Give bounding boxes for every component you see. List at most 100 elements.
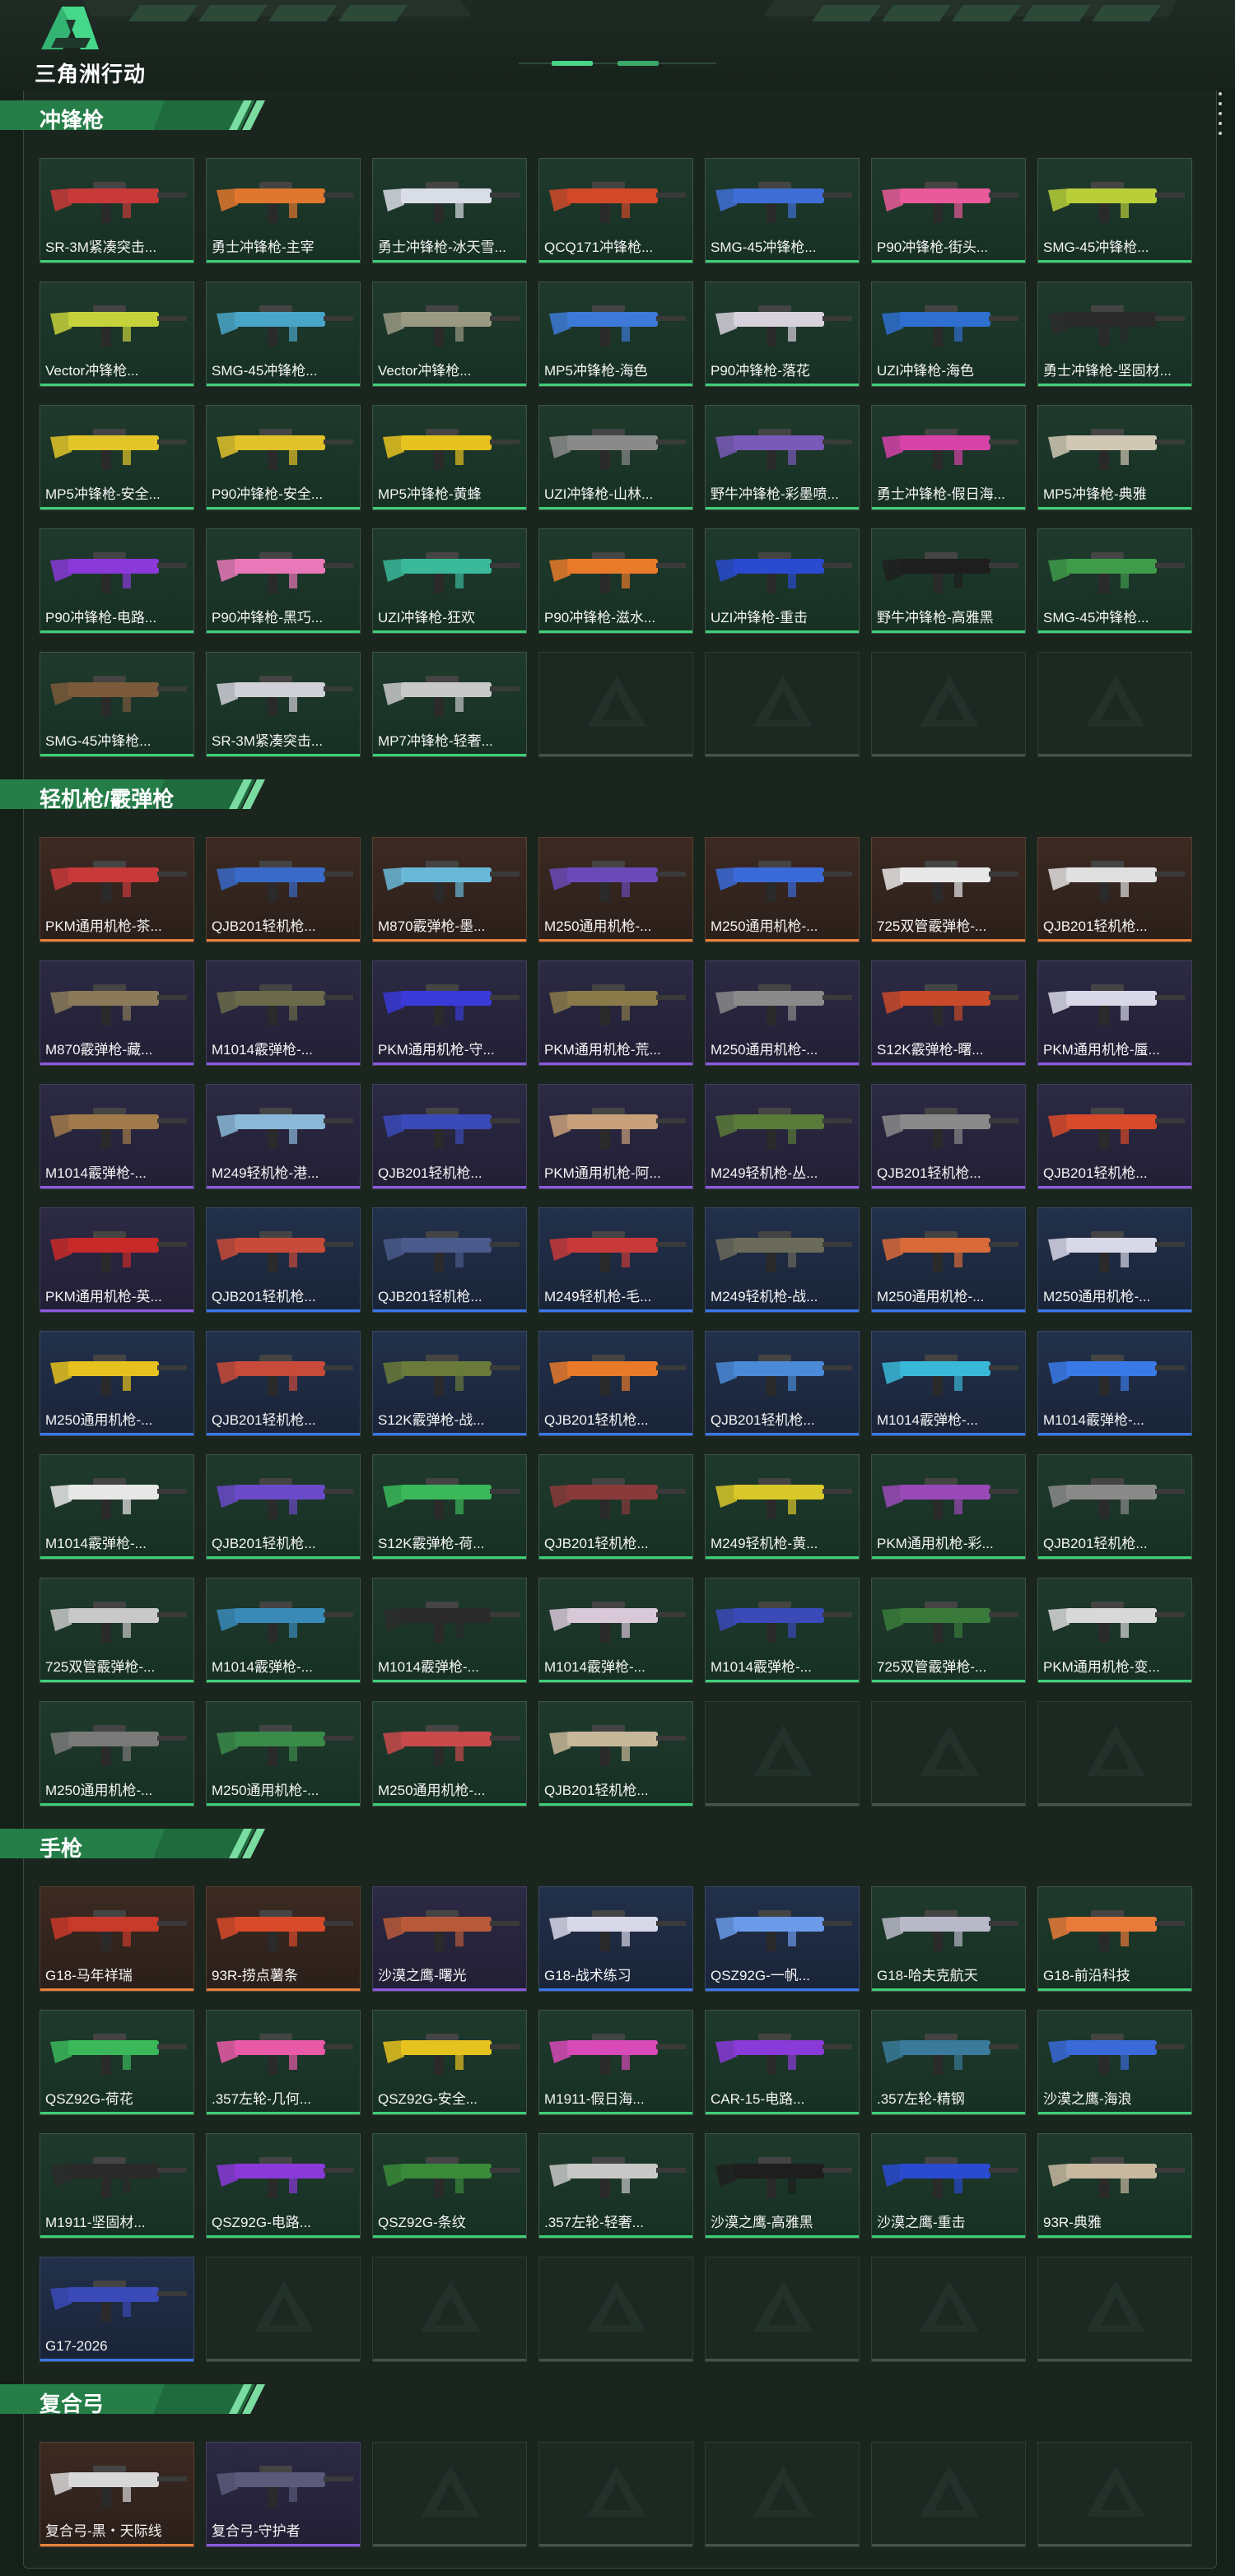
weapon-card[interactable]: SR-3M紧凑突击... bbox=[40, 158, 194, 263]
weapon-card[interactable]: QSZ92G-一帆... bbox=[705, 1886, 860, 1992]
weapon-card[interactable]: QJB201轻机枪... bbox=[1037, 1084, 1192, 1189]
weapon-card[interactable]: M249轻机枪-毛... bbox=[538, 1207, 693, 1313]
weapon-card[interactable]: PKM通用机枪-荒... bbox=[538, 960, 693, 1066]
weapon-card[interactable]: .357左轮-精钢 bbox=[871, 2010, 1026, 2115]
weapon-card[interactable]: CAR-15-电路... bbox=[705, 2010, 860, 2115]
weapon-card[interactable]: M249轻机枪-战... bbox=[705, 1207, 860, 1313]
weapon-card[interactable]: Vector冲锋枪... bbox=[40, 281, 194, 387]
weapon-card[interactable]: SMG-45冲锋枪... bbox=[206, 281, 361, 387]
weapon-card[interactable]: G18-马年祥瑞 bbox=[40, 1886, 194, 1992]
weapon-card[interactable]: 复合弓-黑・天际线 bbox=[40, 2442, 194, 2547]
weapon-card[interactable]: QJB201轻机枪... bbox=[705, 1331, 860, 1436]
weapon-card[interactable]: UZI冲锋枪-狂欢 bbox=[372, 528, 527, 634]
weapon-card[interactable]: 勇士冲锋枪-冰天雪... bbox=[372, 158, 527, 263]
weapon-card[interactable]: M1014霰弹枪-... bbox=[1037, 1331, 1192, 1436]
weapon-card[interactable]: M250通用机枪-... bbox=[40, 1331, 194, 1436]
weapon-card[interactable]: SMG-45冲锋枪... bbox=[1037, 158, 1192, 263]
weapon-card[interactable]: QJB201轻机枪... bbox=[372, 1084, 527, 1189]
weapon-card[interactable]: M249轻机枪-丛... bbox=[705, 1084, 860, 1189]
weapon-card[interactable]: .357左轮-几何... bbox=[206, 2010, 361, 2115]
weapon-card[interactable]: 沙漠之鹰-曙光 bbox=[372, 1886, 527, 1992]
weapon-card[interactable]: M1014霰弹枪-... bbox=[206, 1578, 361, 1683]
weapon-card[interactable]: PKM通用机枪-茶... bbox=[40, 837, 194, 942]
weapon-card[interactable]: 93R-捞点薯条 bbox=[206, 1886, 361, 1992]
weapon-card[interactable]: G18-前沿科技 bbox=[1037, 1886, 1192, 1992]
weapon-card[interactable]: QSZ92G-电路... bbox=[206, 2133, 361, 2239]
weapon-card[interactable]: UZI冲锋枪-重击 bbox=[705, 528, 860, 634]
weapon-card[interactable]: S12K霰弹枪-曙... bbox=[871, 960, 1026, 1066]
weapon-card[interactable]: M250通用机枪-... bbox=[206, 1701, 361, 1806]
weapon-card[interactable]: S12K霰弹枪-荷... bbox=[372, 1454, 527, 1560]
weapon-card[interactable]: M249轻机枪-港... bbox=[206, 1084, 361, 1189]
weapon-card[interactable]: M1014霰弹枪-... bbox=[206, 960, 361, 1066]
weapon-card[interactable]: MP7冲锋枪-轻奢... bbox=[372, 652, 527, 757]
weapon-card[interactable]: PKM通用机枪-彩... bbox=[871, 1454, 1026, 1560]
weapon-card[interactable]: M250通用机枪-... bbox=[871, 1207, 1026, 1313]
weapon-card[interactable]: M1014霰弹枪-... bbox=[538, 1578, 693, 1683]
weapon-card[interactable]: 725双管霰弹枪-... bbox=[40, 1578, 194, 1683]
weapon-card[interactable]: M250通用机枪-... bbox=[1037, 1207, 1192, 1313]
weapon-card[interactable]: M250通用机枪-... bbox=[705, 960, 860, 1066]
weapon-card[interactable]: UZI冲锋枪-山林... bbox=[538, 405, 693, 510]
weapon-card[interactable]: QJB201轻机枪... bbox=[1037, 837, 1192, 942]
weapon-card[interactable]: PKM通用机枪-英... bbox=[40, 1207, 194, 1313]
weapon-card[interactable]: QJB201轻机枪... bbox=[206, 837, 361, 942]
weapon-card[interactable]: PKM通用机枪-守... bbox=[372, 960, 527, 1066]
weapon-card[interactable]: QCQ171冲锋枪... bbox=[538, 158, 693, 263]
weapon-card[interactable]: 725双管霰弹枪-... bbox=[871, 1578, 1026, 1683]
scroll-indicator[interactable] bbox=[1219, 92, 1223, 142]
weapon-card[interactable]: 复合弓-守护者 bbox=[206, 2442, 361, 2547]
weapon-card[interactable]: M249轻机枪-黄... bbox=[705, 1454, 860, 1560]
weapon-card[interactable]: M1911-坚固材... bbox=[40, 2133, 194, 2239]
weapon-card[interactable]: 沙漠之鹰-海浪 bbox=[1037, 2010, 1192, 2115]
weapon-card[interactable]: P90冲锋枪-安全... bbox=[206, 405, 361, 510]
weapon-card[interactable]: QJB201轻机枪... bbox=[206, 1207, 361, 1313]
weapon-card[interactable]: M1911-假日海... bbox=[538, 2010, 693, 2115]
weapon-card[interactable]: QJB201轻机枪... bbox=[538, 1701, 693, 1806]
weapon-card[interactable]: P90冲锋枪-电路... bbox=[40, 528, 194, 634]
weapon-card[interactable]: QSZ92G-安全... bbox=[372, 2010, 527, 2115]
weapon-card[interactable]: UZI冲锋枪-海色 bbox=[871, 281, 1026, 387]
weapon-card[interactable]: 野牛冲锋枪-高雅黑 bbox=[871, 528, 1026, 634]
weapon-card[interactable]: M250通用机枪-... bbox=[372, 1701, 527, 1806]
weapon-card[interactable]: MP5冲锋枪-黄蜂 bbox=[372, 405, 527, 510]
weapon-card[interactable]: QJB201轻机枪... bbox=[538, 1454, 693, 1560]
weapon-card[interactable]: MP5冲锋枪-安全... bbox=[40, 405, 194, 510]
weapon-card[interactable]: M250通用机枪-... bbox=[705, 837, 860, 942]
weapon-card[interactable]: 沙漠之鹰-高雅黑 bbox=[705, 2133, 860, 2239]
weapon-card[interactable]: QSZ92G-条纹 bbox=[372, 2133, 527, 2239]
weapon-card[interactable]: .357左轮-轻奢... bbox=[538, 2133, 693, 2239]
weapon-card[interactable]: SMG-45冲锋枪... bbox=[705, 158, 860, 263]
weapon-card[interactable]: P90冲锋枪-街头... bbox=[871, 158, 1026, 263]
weapon-card[interactable]: G18-哈夫克航天 bbox=[871, 1886, 1026, 1992]
weapon-card[interactable]: Vector冲锋枪... bbox=[372, 281, 527, 387]
weapon-card[interactable]: M870霰弹枪-藏... bbox=[40, 960, 194, 1066]
weapon-card[interactable]: M250通用机枪-... bbox=[538, 837, 693, 942]
weapon-card[interactable]: M870霰弹枪-墨... bbox=[372, 837, 527, 942]
weapon-card[interactable]: QJB201轻机枪... bbox=[206, 1454, 361, 1560]
weapon-card[interactable]: 沙漠之鹰-重击 bbox=[871, 2133, 1026, 2239]
weapon-card[interactable]: 勇士冲锋枪-主宰 bbox=[206, 158, 361, 263]
weapon-card[interactable]: M1014霰弹枪-... bbox=[40, 1084, 194, 1189]
weapon-card[interactable]: 野牛冲锋枪-彩墨喷... bbox=[705, 405, 860, 510]
weapon-card[interactable]: P90冲锋枪-落花 bbox=[705, 281, 860, 387]
weapon-card[interactable]: QSZ92G-荷花 bbox=[40, 2010, 194, 2115]
weapon-card[interactable]: G17-2026 bbox=[40, 2257, 194, 2362]
weapon-card[interactable]: QJB201轻机枪... bbox=[871, 1084, 1026, 1189]
weapon-card[interactable]: SMG-45冲锋枪... bbox=[40, 652, 194, 757]
weapon-card[interactable]: QJB201轻机枪... bbox=[372, 1207, 527, 1313]
weapon-card[interactable]: S12K霰弹枪-战... bbox=[372, 1331, 527, 1436]
weapon-card[interactable]: PKM通用机枪-阿... bbox=[538, 1084, 693, 1189]
weapon-card[interactable]: 勇士冲锋枪-假日海... bbox=[871, 405, 1026, 510]
weapon-card[interactable]: M1014霰弹枪-... bbox=[705, 1578, 860, 1683]
weapon-card[interactable]: QJB201轻机枪... bbox=[1037, 1454, 1192, 1560]
weapon-card[interactable]: G18-战术练习 bbox=[538, 1886, 693, 1992]
weapon-card[interactable]: MP5冲锋枪-海色 bbox=[538, 281, 693, 387]
weapon-card[interactable]: M250通用机枪-... bbox=[40, 1701, 194, 1806]
weapon-card[interactable]: P90冲锋枪-滋水... bbox=[538, 528, 693, 634]
weapon-card[interactable]: 勇士冲锋枪-坚固材... bbox=[1037, 281, 1192, 387]
weapon-card[interactable]: QJB201轻机枪... bbox=[206, 1331, 361, 1436]
weapon-card[interactable]: PKM通用机枪-变... bbox=[1037, 1578, 1192, 1683]
weapon-card[interactable]: SMG-45冲锋枪... bbox=[1037, 528, 1192, 634]
weapon-card[interactable]: M1014霰弹枪-... bbox=[40, 1454, 194, 1560]
